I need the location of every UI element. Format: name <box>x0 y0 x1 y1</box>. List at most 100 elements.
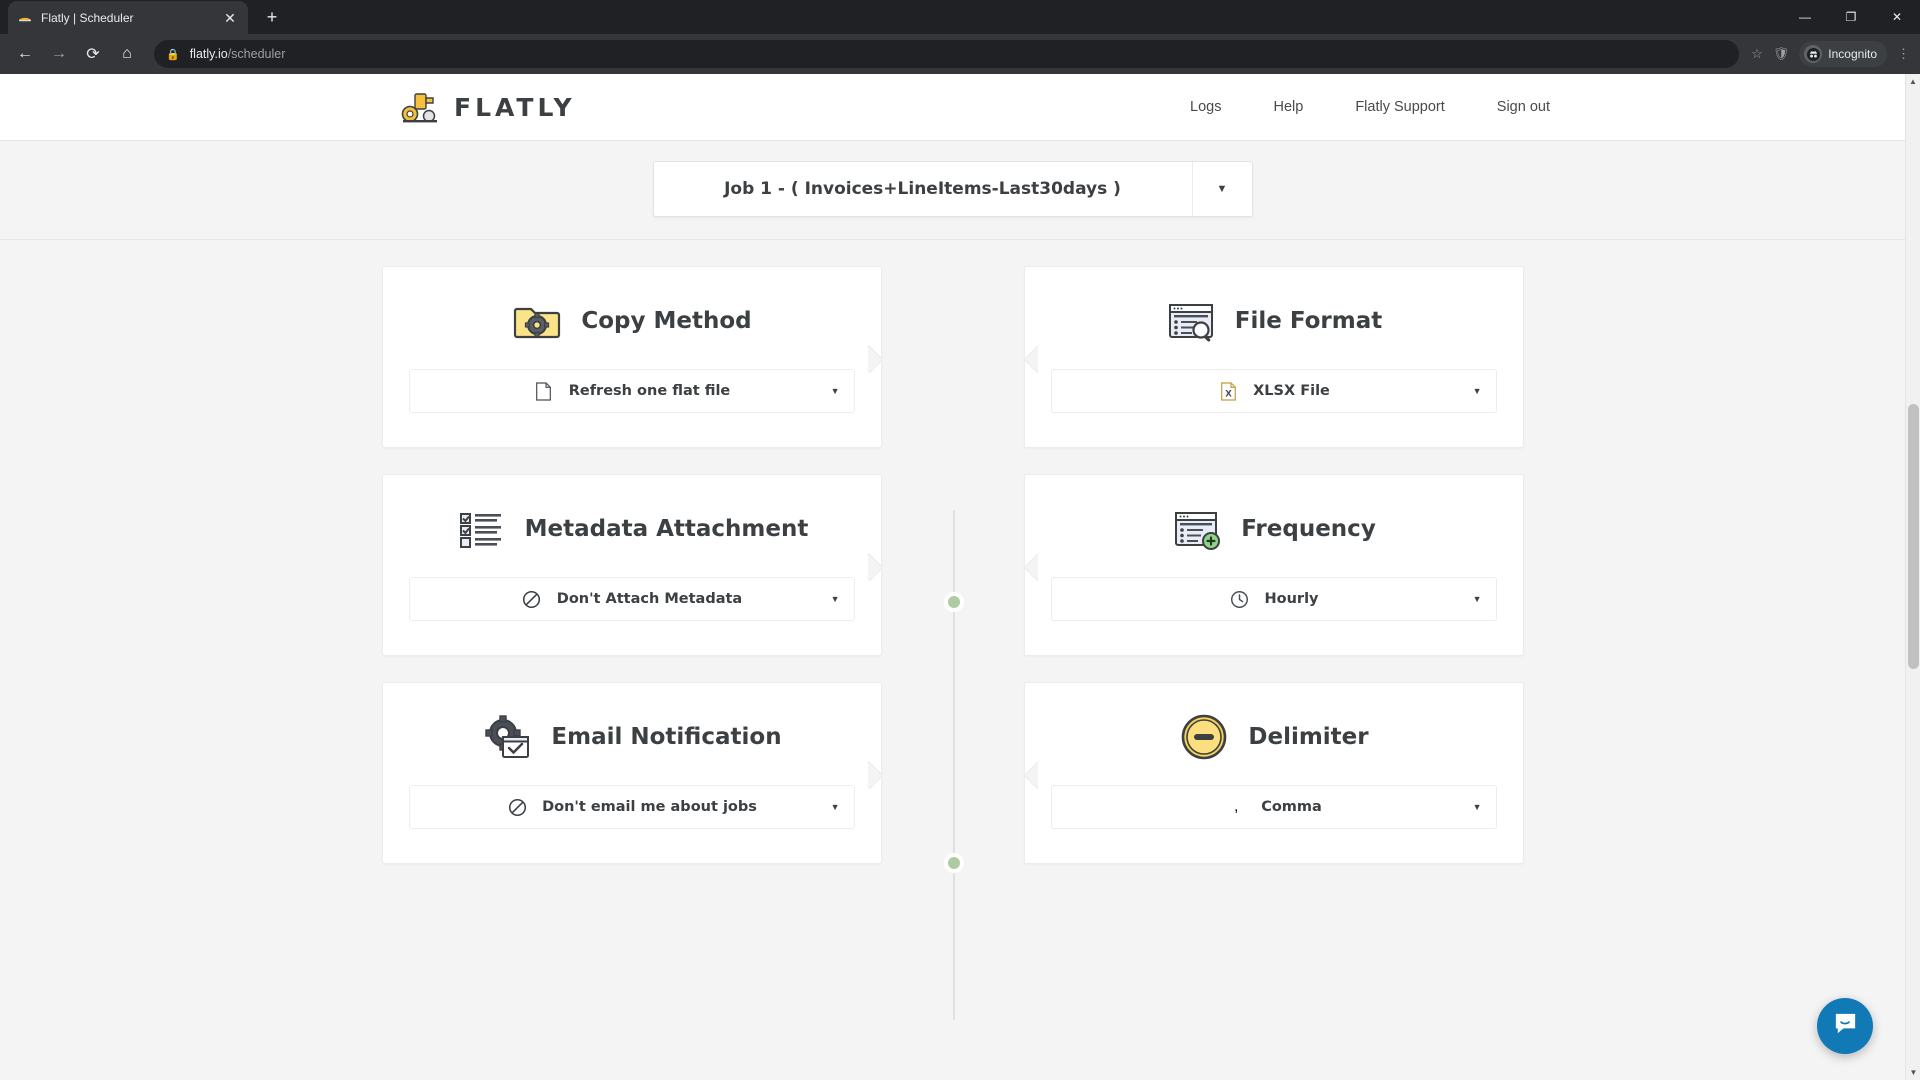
card-row: Copy Method Refresh one flat <box>0 266 1905 448</box>
gear-check-window-icon <box>481 711 533 763</box>
settings-board: Copy Method Refresh one flat <box>0 240 1905 1080</box>
email-notification-dropdown[interactable]: Don't email me about jobs ▼ <box>409 785 855 829</box>
dropdown-value: Don't email me about jobs <box>542 799 757 815</box>
chevron-down-icon[interactable]: ▼ <box>831 802 840 812</box>
file-format-dropdown[interactable]: X XLSX File ▼ <box>1051 369 1497 413</box>
intercom-chat-icon <box>1832 1010 1859 1042</box>
card-notch <box>868 345 882 373</box>
comma-icon: , <box>1225 796 1247 818</box>
timeline-dot <box>944 592 964 612</box>
chevron-down-icon[interactable]: ▼ <box>1473 594 1482 604</box>
site-header: FLATLY Logs Help Flatly Support Sign out <box>0 74 1905 140</box>
card-title: Delimiter <box>1248 724 1368 750</box>
close-icon[interactable]: ✕ <box>221 9 239 27</box>
timeline-track <box>953 510 955 1020</box>
chevron-down-icon[interactable]: ▼ <box>1192 162 1252 216</box>
xlsx-file-icon: X <box>1217 380 1239 402</box>
card-title: File Format <box>1235 308 1383 334</box>
incognito-icon <box>1804 45 1822 63</box>
browser-tab[interactable]: Flatly | Scheduler ✕ <box>8 1 248 34</box>
window-search-icon <box>1165 295 1217 347</box>
delimiter-dropdown[interactable]: , Comma ▼ <box>1051 785 1497 829</box>
nav-link-help[interactable]: Help <box>1273 99 1303 115</box>
site-logo[interactable]: FLATLY <box>398 90 576 124</box>
card-notch <box>1024 553 1038 581</box>
tab-strip: Flatly | Scheduler ✕ + — ❐ ✕ <box>0 0 1920 34</box>
card-email-notification: Email Notification Don't emai <box>382 682 882 864</box>
metadata-attachment-dropdown[interactable]: Don't Attach Metadata ▼ <box>409 577 855 621</box>
job-selector-band: Job 1 - ( Invoices+LineItems-Last30days … <box>0 140 1905 240</box>
prohibited-icon <box>521 588 543 610</box>
page-scrollbar[interactable]: ▲ ▼ <box>1905 74 1920 1080</box>
reload-icon[interactable]: ⟳ <box>78 39 108 69</box>
logo-text: FLATLY <box>454 93 576 122</box>
clock-icon <box>1229 588 1251 610</box>
nav-link-flatly-support[interactable]: Flatly Support <box>1355 99 1444 115</box>
chevron-down-icon[interactable]: ▼ <box>1473 802 1482 812</box>
scrollbar-thumb[interactable] <box>1908 404 1919 669</box>
document-icon <box>533 380 555 402</box>
card-frequency: Frequency Hourly <box>1024 474 1524 656</box>
nav-link-logs[interactable]: Logs <box>1190 99 1221 115</box>
card-notch <box>1024 761 1038 789</box>
intercom-chat-button[interactable] <box>1817 998 1873 1054</box>
url-path: /scheduler <box>228 47 286 61</box>
caret-down-icon[interactable]: ▼ <box>1906 1065 1920 1080</box>
flatly-roller-icon <box>17 10 33 26</box>
arrow-left-icon[interactable]: ← <box>10 39 40 69</box>
folder-gear-icon <box>511 295 563 347</box>
plus-icon[interactable]: + <box>258 3 286 31</box>
arrow-right-icon[interactable]: → <box>44 39 74 69</box>
browser-window: Flatly | Scheduler ✕ + — ❐ ✕ ← → ⟳ ⌂ 🔒 f… <box>0 0 1920 1080</box>
maximize-icon[interactable]: ❐ <box>1828 0 1874 34</box>
profile-label: Incognito <box>1828 47 1877 61</box>
url-text: flatly.io/scheduler <box>190 47 286 61</box>
timeline-dot <box>944 853 964 873</box>
job-selector-label: Job 1 - ( Invoices+LineItems-Last30days … <box>654 179 1192 199</box>
main-nav: Logs Help Flatly Support Sign out <box>1190 99 1550 115</box>
dropdown-value: Don't Attach Metadata <box>557 591 742 607</box>
prohibited-icon <box>506 796 528 818</box>
browser-toolbar: ← → ⟳ ⌂ 🔒 flatly.io/scheduler ☆ 🛡 Incogn <box>0 34 1920 74</box>
kebab-menu-icon[interactable]: ⋮ <box>1897 46 1910 62</box>
window-controls: — ❐ ✕ <box>1782 0 1920 34</box>
steamroller-icon <box>398 90 444 124</box>
card-title: Copy Method <box>581 308 751 334</box>
close-icon[interactable]: ✕ <box>1874 0 1920 34</box>
address-bar[interactable]: 🔒 flatly.io/scheduler <box>154 40 1739 68</box>
tab-title: Flatly | Scheduler <box>41 11 213 25</box>
card-copy-method: Copy Method Refresh one flat <box>382 266 882 448</box>
shield-icon[interactable]: 🛡 <box>1773 46 1790 62</box>
flatly-scheduler-page: FLATLY Logs Help Flatly Support Sign out… <box>0 74 1905 1080</box>
profile-chip[interactable]: Incognito <box>1799 41 1887 67</box>
frequency-dropdown[interactable]: Hourly ▼ <box>1051 577 1497 621</box>
lock-icon: 🔒 <box>166 48 180 61</box>
nav-link-sign-out[interactable]: Sign out <box>1497 99 1550 115</box>
card-notch <box>868 761 882 789</box>
minimize-icon[interactable]: — <box>1782 0 1828 34</box>
card-title: Frequency <box>1241 516 1376 542</box>
card-notch <box>868 553 882 581</box>
checklist-icon <box>455 503 507 555</box>
home-icon[interactable]: ⌂ <box>112 39 142 69</box>
dropdown-value: Refresh one flat file <box>569 383 731 399</box>
caret-up-icon[interactable]: ▲ <box>1906 74 1920 89</box>
chevron-down-icon[interactable]: ▼ <box>831 386 840 396</box>
job-selector[interactable]: Job 1 - ( Invoices+LineItems-Last30days … <box>653 161 1253 217</box>
window-plus-icon <box>1171 503 1223 555</box>
url-domain: flatly.io <box>190 47 228 61</box>
dropdown-value: XLSX File <box>1253 383 1330 399</box>
chevron-down-icon[interactable]: ▼ <box>1473 386 1482 396</box>
svg-text:X: X <box>1225 389 1232 399</box>
card-title: Email Notification <box>551 724 781 750</box>
card-delimiter: Delimiter , Comma ▼ <box>1024 682 1524 864</box>
dropdown-value: Comma <box>1261 799 1322 815</box>
yellow-minus-circle-icon <box>1178 711 1230 763</box>
card-file-format: File Format X <box>1024 266 1524 448</box>
chevron-down-icon[interactable]: ▼ <box>831 594 840 604</box>
star-icon[interactable]: ☆ <box>1751 46 1763 62</box>
card-title: Metadata Attachment <box>525 516 809 542</box>
copy-method-dropdown[interactable]: Refresh one flat file ▼ <box>409 369 855 413</box>
dropdown-value: Hourly <box>1265 591 1319 607</box>
page-viewport: FLATLY Logs Help Flatly Support Sign out… <box>0 74 1920 1080</box>
